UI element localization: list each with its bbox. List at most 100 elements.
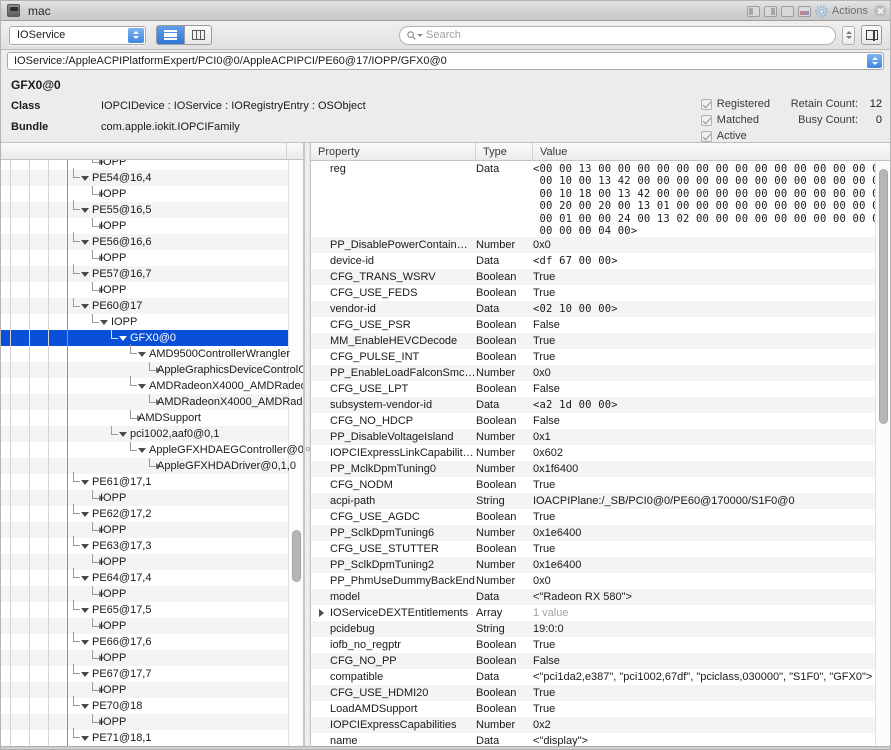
tree-item-iopp[interactable]: IOPP [1,250,303,266]
tree-item-pe60-17[interactable]: PE60@17 [1,298,303,314]
chevron-down-icon[interactable] [100,319,108,325]
table-row[interactable]: IOServiceDEXTEntitlements Array 1 value [311,605,890,621]
table-row[interactable]: CFG_USE_LPT Boolean False [311,381,890,397]
table-row[interactable]: PP_EnableLoadFalconSmcFir... Number 0x0 [311,365,890,382]
tree-item-applegfxhdadriver-0-1-0[interactable]: AppleGFXHDADriver@0,1,0 [1,458,303,474]
column-header-value[interactable]: Value [533,143,890,160]
tree-item-pe67-17-7[interactable]: PE67@17,7 [1,664,303,682]
column-header-property[interactable]: Property [311,143,476,160]
tree-item-pe61-17-1[interactable]: PE61@17,1 [1,472,303,490]
tree-item-iopp[interactable]: IOPP [1,218,303,234]
tree-item-gfx0-0[interactable]: GFX0@0 [1,330,303,346]
table-row[interactable]: IOPCIExpressLinkCapabilities Number 0x602 [311,445,890,461]
toggle-bottom-pane-icon[interactable] [797,5,811,17]
chevron-down-icon[interactable] [81,703,89,709]
tree-item-iopp[interactable]: IOPP [1,586,303,602]
tree-item-pe64-17-4[interactable]: PE64@17,4 [1,568,303,586]
tree-item-pe71-18-1[interactable]: PE71@18,1 [1,728,303,746]
table-row[interactable]: name Data <"display"> [311,733,890,746]
toggle-left-pane-icon[interactable] [746,5,760,17]
tree-item-pe55-16-5[interactable]: PE55@16,5 [1,200,303,218]
tree-item-pe62-17-2[interactable]: PE62@17,2 [1,504,303,522]
table-row[interactable]: subsystem-vendor-id Data <a2 1d 00 00> [311,397,890,414]
toggle-right-pane-icon[interactable] [763,5,777,17]
tree-item-pe66-17-6[interactable]: PE66@17,6 [1,632,303,650]
search-field[interactable]: Search [399,25,836,45]
table-row[interactable]: CFG_USE_FEDS Boolean True [311,285,890,301]
stepper-control[interactable] [842,25,855,45]
chevron-down-icon[interactable] [138,351,146,357]
tree-item-iopp[interactable]: IOPP [1,554,303,570]
table-row[interactable]: CFG_USE_PSR Boolean False [311,317,890,333]
checkbox-active[interactable]: Active [700,130,770,142]
scrollbar-thumb[interactable] [292,530,301,582]
table-row[interactable]: IOPCIExpressCapabilities Number 0x2 [311,717,890,734]
table-row[interactable]: CFG_NO_PP Boolean False [311,653,890,670]
table-row[interactable]: reg Data <00 00 13 00 00 00 00 00 00 00 00… [311,161,890,237]
chevron-updown-icon[interactable] [867,54,882,68]
table-row[interactable]: CFG_TRANS_WSRV Boolean True [311,269,890,286]
pane-splitter[interactable] [304,143,311,746]
chevron-down-icon[interactable] [81,511,89,517]
chevron-down-icon[interactable] [81,239,89,245]
tree-item-amdradeonx4000-amdradeonh-[interactable]: AMDRadeonX4000_AMDRadeonH... [1,376,303,394]
table-row[interactable]: PP_PhmUseDummyBackEnd Number 0x0 [311,573,890,589]
table-row[interactable]: MM_EnableHEVCDecode Boolean True [311,333,890,350]
tree-item-iopp[interactable]: IOPP [1,186,303,202]
column-header-type[interactable]: Type [476,143,533,160]
tree-item-pci1002-aaf0-0-1[interactable]: pci1002,aaf0@0,1 [1,426,303,442]
chevron-down-icon[interactable] [81,303,89,309]
chevron-down-icon[interactable] [81,175,89,181]
chevron-down-icon[interactable] [81,271,89,277]
tree-item-iopp[interactable]: IOPP [1,714,303,730]
view-mode-segmented-control[interactable] [156,25,212,45]
scrollbar-thumb[interactable] [879,169,888,424]
chevron-down-icon[interactable] [81,207,89,213]
tree-item-pe63-17-3[interactable]: PE63@17,3 [1,536,303,554]
tree-item-iopp[interactable]: IOPP [1,522,303,538]
actions-label[interactable]: Actions [832,5,868,17]
search-input[interactable]: Search [426,29,461,41]
table-row[interactable]: vendor-id Data <02 10 00 00> [311,301,890,318]
table-row[interactable]: PP_SclkDpmTuning6 Number 0x1e6400 [311,525,890,542]
table-row[interactable]: iofb_no_regptr Boolean True [311,637,890,653]
splitter-handle-icon[interactable] [306,447,310,451]
table-row[interactable]: pcidebug String 19:0:0 [311,621,890,638]
tree-item-pe65-17-5[interactable]: PE65@17,5 [1,600,303,618]
tree-item-applegfxhdaegcontroller-0-1[interactable]: AppleGFXHDAEGController@0,1 [1,442,303,458]
table-row[interactable]: PP_DisableVoltageIsland Number 0x1 [311,429,890,446]
column-view-icon[interactable] [184,26,211,44]
checkbox-registered[interactable]: Registered [700,98,770,110]
tree-item-iopp[interactable]: IOPP [1,282,303,298]
tree-item-iopp[interactable]: IOPP [1,650,303,666]
tree-item-amd9500controllerwrangler[interactable]: AMD9500ControllerWrangler [1,344,303,362]
chevron-down-icon[interactable] [81,671,89,677]
tree-item-iopp[interactable]: IOPP [1,618,303,634]
chevron-down-icon[interactable] [119,335,127,341]
table-row[interactable]: CFG_NO_HDCP Boolean False [311,413,890,429]
chevron-down-icon[interactable] [81,479,89,485]
table-row[interactable]: device-id Data <df 67 00 00> [311,253,890,269]
property-scrollbar[interactable] [875,161,890,746]
chevron-down-icon[interactable] [81,735,89,741]
chevron-down-icon[interactable] [119,431,127,437]
toggle-pane-icon[interactable] [861,25,882,45]
table-row[interactable]: PP_SclkDpmTuning2 Number 0x1e6400 [311,557,890,574]
table-row[interactable]: CFG_PULSE_INT Boolean True [311,349,890,365]
path-combo-box[interactable]: IOService:/AppleACPIPlatformExpert/PCI0@… [7,52,884,70]
chevron-down-icon[interactable] [81,575,89,581]
table-row[interactable]: CFG_USE_HDMI20 Boolean True [311,685,890,702]
table-row[interactable]: model Data <"Radeon RX 580"> [311,589,890,606]
chevron-right-icon[interactable] [319,609,324,618]
table-row[interactable]: compatible Data <"pci1da2,e387", "pci1002,… [311,669,890,685]
chevron-down-icon[interactable] [138,383,146,389]
chevron-down-icon[interactable] [81,543,89,549]
tree-item-iopp[interactable]: IOPP [1,160,303,170]
tree-item-pe70-18[interactable]: PE70@18 [1,696,303,714]
tree-item-amdradeonx4000-amdradeon-[interactable]: AMDRadeonX4000_AMDRadeon... [1,394,303,410]
table-row[interactable]: acpi-path String IOACPIPlane:/_SB/PCI0@0/P… [311,493,890,510]
close-icon[interactable] [874,5,886,17]
tree-item-amdsupport[interactable]: AMDSupport [1,410,303,426]
tree-item-pe57-16-7[interactable]: PE57@16,7 [1,264,303,282]
chevron-down-icon[interactable] [138,447,146,453]
